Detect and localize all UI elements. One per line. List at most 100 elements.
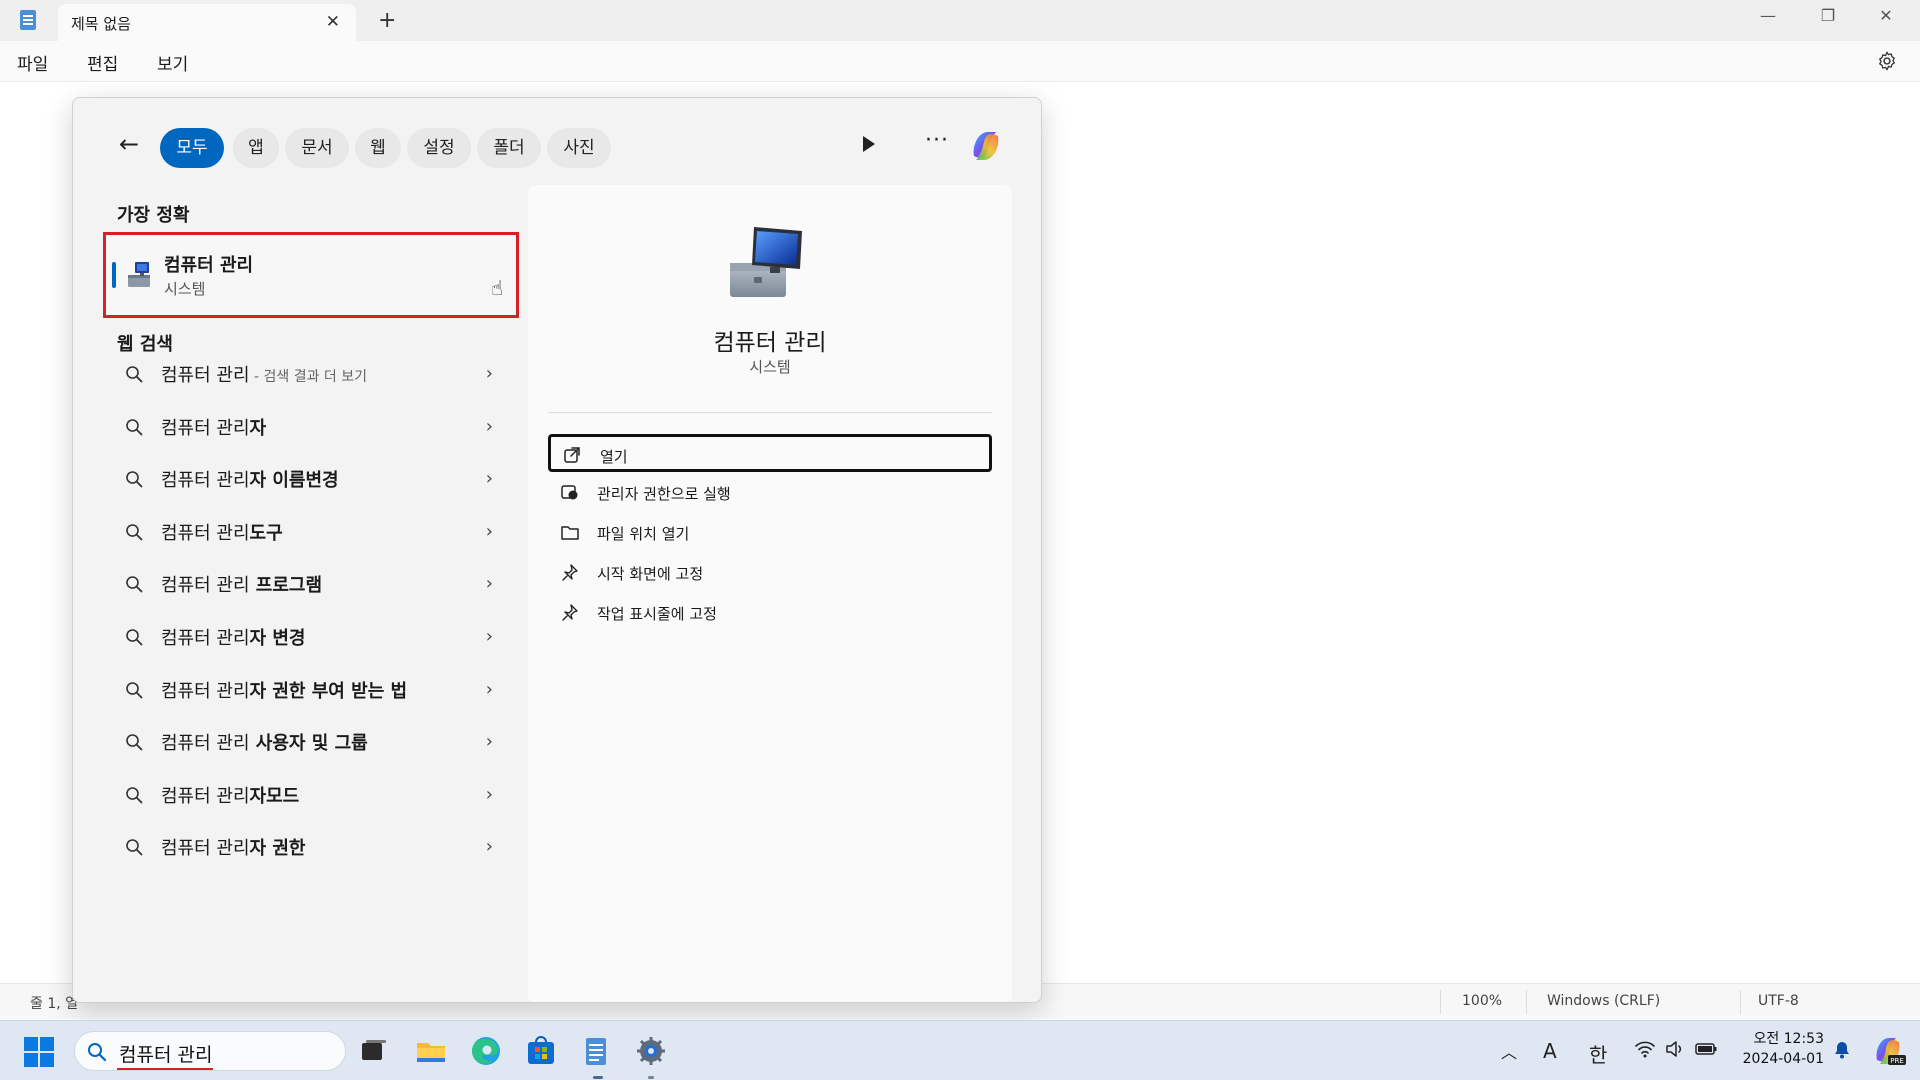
copilot-icon[interactable] — [966, 126, 1006, 166]
web-search-result[interactable]: 컴퓨터 관리자 이름변경 › — [113, 455, 501, 505]
svg-text:PRE: PRE — [1890, 1057, 1904, 1065]
web-search-result[interactable]: 컴퓨터 관리자 권한 › — [113, 823, 501, 873]
best-match-result[interactable]: 컴퓨터 관리 시스템 ☝ — [103, 232, 519, 318]
detail-title: 컴퓨터 관리 — [713, 330, 827, 356]
file-explorer-icon[interactable] — [414, 1034, 448, 1068]
web-result-completion: 사용자 및 그룹 — [249, 733, 368, 755]
filter-photos[interactable]: 사진 — [547, 128, 611, 168]
clock[interactable]: 오전 12:53 2024-04-01 — [1743, 1029, 1824, 1069]
filter-web[interactable]: 웹 — [355, 128, 401, 168]
filter-all[interactable]: 모두 — [160, 128, 224, 168]
detail-action[interactable]: 열기 — [548, 434, 992, 472]
web-result-base: 컴퓨터 관리 — [161, 733, 250, 755]
web-result-base: 컴퓨터 관리 — [161, 680, 250, 702]
tab-title: 제목 없음 — [71, 15, 131, 33]
taskbar-search-box[interactable]: 컴퓨터 관리 — [74, 1031, 346, 1071]
web-search-result[interactable]: 컴퓨터 관리자모드 › — [113, 771, 501, 821]
battery-icon[interactable] — [1694, 1039, 1718, 1059]
volume-icon[interactable] — [1664, 1039, 1684, 1059]
search-icon — [88, 1043, 107, 1062]
detail-action[interactable]: 작업 표시줄에 고정 — [548, 594, 992, 632]
best-match-name: 컴퓨터 관리 — [164, 255, 254, 276]
close-button[interactable]: ✕ — [1858, 6, 1914, 25]
web-result-base: 컴퓨터 관리 — [161, 522, 250, 544]
notepad-taskbar-icon[interactable] — [579, 1034, 613, 1068]
new-tab-button[interactable]: + — [378, 8, 396, 33]
search-icon — [126, 366, 143, 383]
more-options-icon[interactable]: ··· — [925, 128, 949, 153]
show-hidden-icons-chevron-icon[interactable]: ︿ — [1501, 1039, 1517, 1063]
ime-font-indicator[interactable]: A — [1543, 1039, 1557, 1063]
web-search-result[interactable]: 컴퓨터 관리도구 › — [113, 508, 501, 558]
title-bar: 제목 없음 ✕ + — ❐ ✕ — [0, 0, 1920, 41]
notepad-app-icon — [20, 10, 36, 30]
menu-bar: 파일 편집 보기 — [0, 41, 1920, 82]
computer-management-large-icon — [730, 227, 802, 297]
web-result-text: 컴퓨터 관리자모드 — [161, 782, 299, 808]
menu-edit[interactable]: 편집 — [87, 50, 118, 75]
web-result-completion: 프로그램 — [249, 575, 323, 597]
maximize-button[interactable]: ❐ — [1800, 6, 1856, 25]
back-arrow-icon[interactable]: ← — [119, 130, 139, 158]
web-result-text: 컴퓨터 관리자 이름변경 — [161, 466, 339, 492]
web-result-text: 컴퓨터 관리자 권한 — [161, 834, 305, 860]
detail-action-label: 열기 — [600, 448, 628, 466]
folder-icon — [561, 526, 579, 540]
filter-folders[interactable]: 폴더 — [477, 128, 541, 168]
web-search-result[interactable]: 컴퓨터 관리 사용자 및 그룹 › — [113, 718, 501, 768]
filter-settings[interactable]: 설정 — [407, 128, 471, 168]
web-result-base: 컴퓨터 관리 — [161, 417, 250, 439]
detail-action-label: 관리자 권한으로 실행 — [597, 485, 731, 503]
detail-action[interactable]: 파일 위치 열기 — [548, 514, 992, 552]
chevron-right-icon: › — [485, 783, 493, 805]
cursor-position: 줄 1, 열 — [30, 996, 79, 1012]
web-result-text: 컴퓨터 관리자 — [161, 414, 266, 440]
web-result-base: 컴퓨터 관리 — [161, 365, 250, 386]
web-search-result[interactable]: 컴퓨터 관리 프로그램 › — [113, 560, 501, 610]
task-view-icon[interactable] — [356, 1034, 390, 1068]
detail-action[interactable]: 관리자 권한으로 실행 — [548, 474, 992, 512]
menu-view[interactable]: 보기 — [157, 50, 188, 75]
web-result-base: 컴퓨터 관리 — [161, 470, 250, 492]
chevron-right-icon: › — [485, 573, 493, 595]
menu-file[interactable]: 파일 — [17, 50, 48, 75]
chevron-right-icon: › — [485, 731, 493, 753]
chevron-right-icon: › — [485, 415, 493, 437]
notification-bell-icon[interactable] — [1834, 1041, 1850, 1059]
start-button[interactable] — [24, 1037, 54, 1067]
document-tab[interactable]: 제목 없음 ✕ — [58, 4, 356, 41]
pin-icon — [562, 604, 578, 621]
detail-action-label: 시작 화면에 고정 — [597, 565, 704, 583]
detail-subtitle: 시스템 — [749, 358, 791, 376]
filter-apps[interactable]: 앱 — [233, 128, 279, 168]
web-search-result[interactable]: 컴퓨터 관리자 변경 › — [113, 613, 501, 663]
hand-cursor-icon: ☝ — [491, 276, 504, 300]
filter-documents[interactable]: 문서 — [285, 128, 349, 168]
copilot-pre-icon[interactable]: PRE — [1870, 1033, 1906, 1069]
web-search-result[interactable]: 컴퓨터 관리자 › — [113, 403, 501, 453]
zoom-level: 100% — [1462, 993, 1503, 1009]
tab-close-button[interactable]: ✕ — [326, 12, 340, 32]
settings-gear-icon[interactable] — [1876, 50, 1898, 72]
play-icon[interactable] — [863, 136, 875, 152]
shield-admin-icon — [561, 485, 578, 500]
encoding: UTF-8 — [1758, 993, 1799, 1009]
web-result-completion: 도구 — [249, 522, 283, 544]
microsoft-store-icon[interactable] — [524, 1034, 558, 1068]
minimize-button[interactable]: — — [1740, 6, 1796, 25]
computer-management-icon — [128, 262, 150, 287]
wifi-icon[interactable] — [1634, 1039, 1656, 1059]
settings-app-icon[interactable] — [634, 1034, 668, 1068]
active-app-indicator — [593, 1076, 603, 1079]
ime-language-indicator[interactable]: 한 — [1589, 1039, 1607, 1068]
edge-browser-icon[interactable] — [469, 1034, 503, 1068]
chevron-right-icon: › — [485, 363, 493, 384]
web-search-result[interactable]: 컴퓨터 관리 - 검색 결과 더 보기 › — [113, 350, 501, 400]
chevron-right-icon: › — [485, 678, 493, 700]
detail-action[interactable]: 시작 화면에 고정 — [548, 554, 992, 592]
detail-action-label: 파일 위치 열기 — [597, 525, 690, 543]
web-search-result[interactable]: 컴퓨터 관리자 권한 부여 받는 법 › — [113, 666, 501, 716]
chevron-right-icon: › — [485, 468, 493, 490]
best-match-heading: 가장 정확 — [117, 205, 190, 226]
spellcheck-underline — [117, 1068, 213, 1070]
